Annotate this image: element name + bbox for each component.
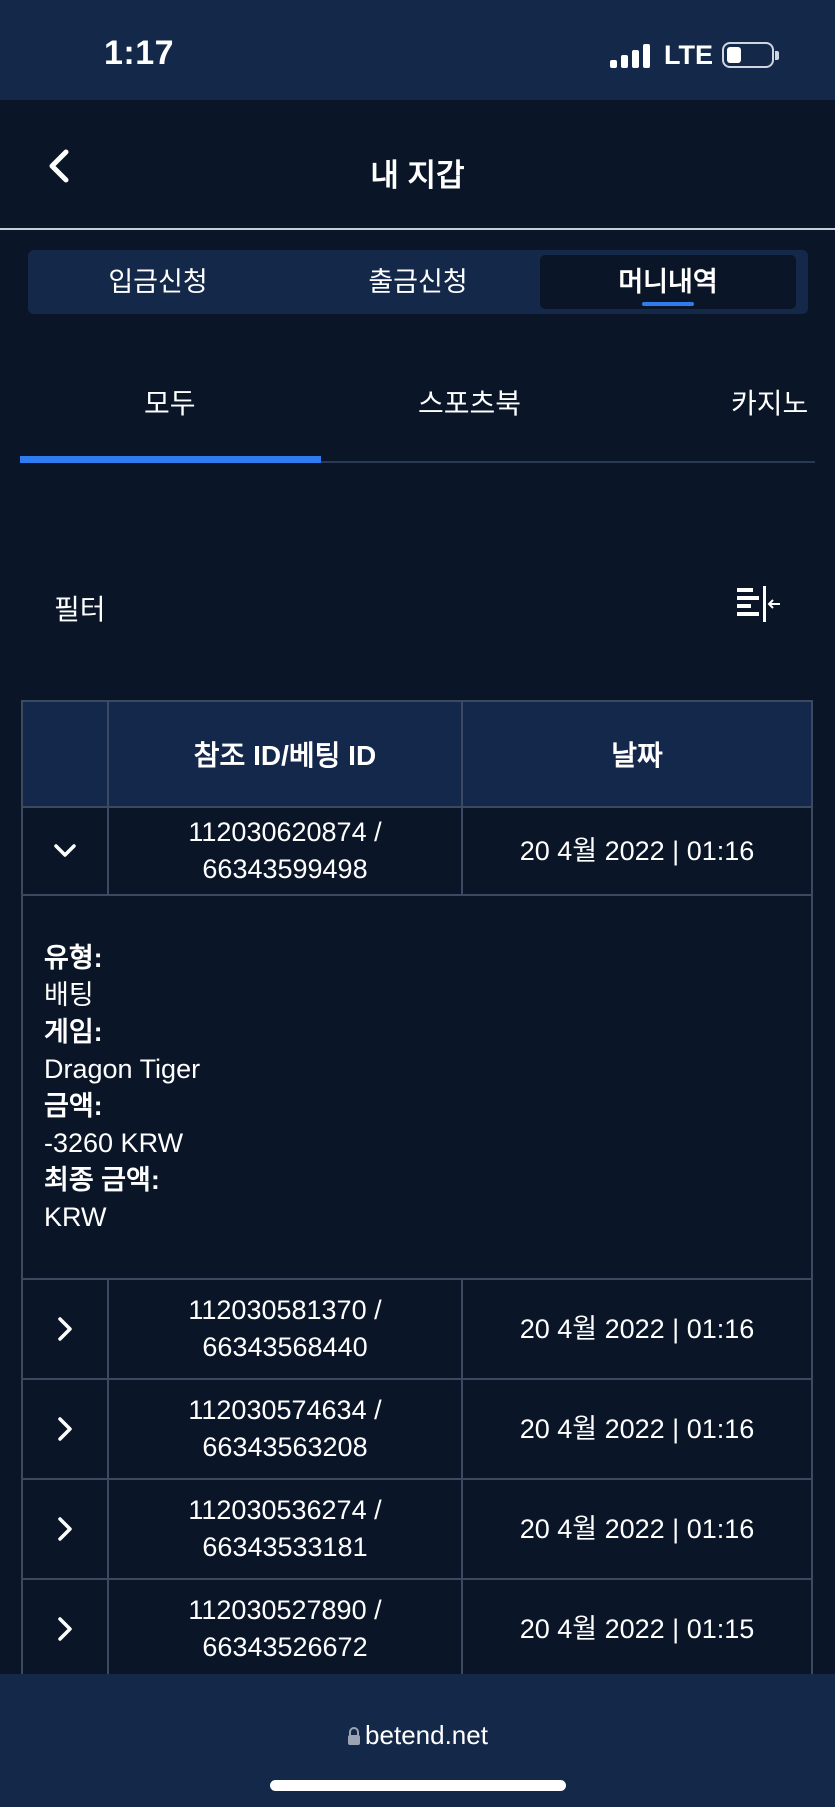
tab-all[interactable]: 모두: [144, 382, 196, 422]
row-expand-toggle[interactable]: [23, 1580, 109, 1674]
segment-money-history[interactable]: 머니내역: [540, 255, 796, 309]
battery-icon: [722, 42, 779, 68]
table-row[interactable]: 112030536274 / 66343533181 20 4월 2022 | …: [21, 1480, 813, 1580]
bet-id: 66343533181: [202, 1532, 368, 1562]
page-title: 내 지갑: [370, 158, 465, 193]
date-cell: 20 4월 2022 | 01:15: [519, 1613, 755, 1644]
reference-id-cell: 112030574634 / 66343563208: [109, 1380, 463, 1478]
bet-id: 66343599498: [202, 854, 368, 884]
tab-sportsbook[interactable]: 스포츠북: [418, 382, 521, 422]
date-cell: 20 4월 2022 | 01:16: [519, 1413, 755, 1444]
reference-id: 112030620874 /: [188, 817, 382, 847]
header-expand-col: [23, 702, 109, 806]
reference-id-cell: 112030536274 / 66343533181: [109, 1480, 463, 1578]
reference-id: 112030536274 /: [188, 1495, 382, 1525]
browser-bottom-bar: betend.net: [0, 1674, 835, 1807]
header-date: 날짜: [611, 740, 663, 771]
table-row[interactable]: 112030620874 / 66343599498 20 4월 2022 | …: [21, 808, 813, 896]
header: 내 지갑: [0, 100, 835, 230]
chevron-right-icon: [58, 1617, 72, 1641]
filter-icon[interactable]: [735, 584, 781, 624]
table-header: 참조 ID/베팅 ID 날짜: [21, 700, 813, 808]
detail-type-label: 유형:: [44, 943, 103, 973]
reference-id: 112030581370 /: [188, 1295, 382, 1325]
transactions-table: 참조 ID/베팅 ID 날짜 112030620874 / 6634359949…: [21, 700, 813, 1674]
row-collapse-toggle[interactable]: [23, 808, 109, 894]
segment-withdraw[interactable]: 출금신청: [288, 250, 548, 314]
date-cell: 20 4월 2022 | 01:16: [519, 835, 755, 866]
detail-game-label: 게임:: [44, 1017, 103, 1047]
signal-icon: [610, 44, 652, 68]
row-detail-panel: 유형: 배팅 게임: Dragon Tiger 금액: -3260 KRW 최종…: [21, 896, 813, 1280]
row-expand-toggle[interactable]: [23, 1280, 109, 1378]
tab-active-indicator: [20, 456, 321, 463]
segment-deposit[interactable]: 입금신청: [28, 250, 288, 314]
bet-id: 66343568440: [202, 1332, 368, 1362]
wallet-segmented-control: 입금신청 출금신청 머니내역: [28, 250, 808, 314]
header-reference-id: 참조 ID/베팅 ID: [109, 702, 463, 806]
detail-amount-label: 금액:: [44, 1091, 103, 1121]
status-time: 1:17: [104, 34, 175, 72]
date-cell: 20 4월 2022 | 01:16: [519, 1513, 755, 1544]
url-text: betend.net: [365, 1720, 488, 1750]
chevron-down-icon: [54, 844, 76, 857]
history-tabs: 모두 스포츠북 카지노: [20, 360, 815, 464]
detail-final-amount-label: 최종 금액:: [44, 1165, 160, 1195]
reference-id-cell: 112030620874 / 66343599498: [109, 808, 463, 894]
detail-amount-value: -3260 KRW: [44, 1128, 184, 1158]
detail-final-amount-value: KRW: [44, 1202, 107, 1232]
filter-label: 필터: [54, 594, 106, 625]
reference-id: 112030574634 /: [188, 1395, 382, 1425]
status-bar: 1:17 LTE: [0, 0, 835, 100]
lock-icon: [348, 1727, 361, 1745]
table-row[interactable]: 112030581370 / 66343568440 20 4월 2022 | …: [21, 1280, 813, 1380]
reference-id-cell: 112030527890 / 66343526672: [109, 1580, 463, 1674]
table-row[interactable]: 112030574634 / 66343563208 20 4월 2022 | …: [21, 1380, 813, 1480]
reference-id: 112030527890 /: [188, 1595, 382, 1625]
detail-type-value: 배팅: [44, 980, 94, 1010]
date-cell: 20 4월 2022 | 01:16: [519, 1313, 755, 1344]
row-expand-toggle[interactable]: [23, 1480, 109, 1578]
chevron-right-icon: [58, 1317, 72, 1341]
bet-id: 66343526672: [202, 1632, 368, 1662]
chevron-right-icon: [58, 1517, 72, 1541]
bet-id: 66343563208: [202, 1432, 368, 1462]
home-indicator[interactable]: [270, 1780, 566, 1791]
segment-active-indicator: [642, 302, 694, 306]
chevron-right-icon: [58, 1417, 72, 1441]
tab-casino[interactable]: 카지노: [731, 382, 808, 422]
row-expand-toggle[interactable]: [23, 1380, 109, 1478]
detail-game-value: Dragon Tiger: [44, 1054, 201, 1084]
url-bar[interactable]: betend.net: [0, 1720, 835, 1751]
segment-money-history-label: 머니내역: [618, 267, 718, 297]
reference-id-cell: 112030581370 / 66343568440: [109, 1280, 463, 1378]
table-row[interactable]: 112030527890 / 66343526672 20 4월 2022 | …: [21, 1580, 813, 1674]
network-label: LTE: [664, 40, 713, 70]
